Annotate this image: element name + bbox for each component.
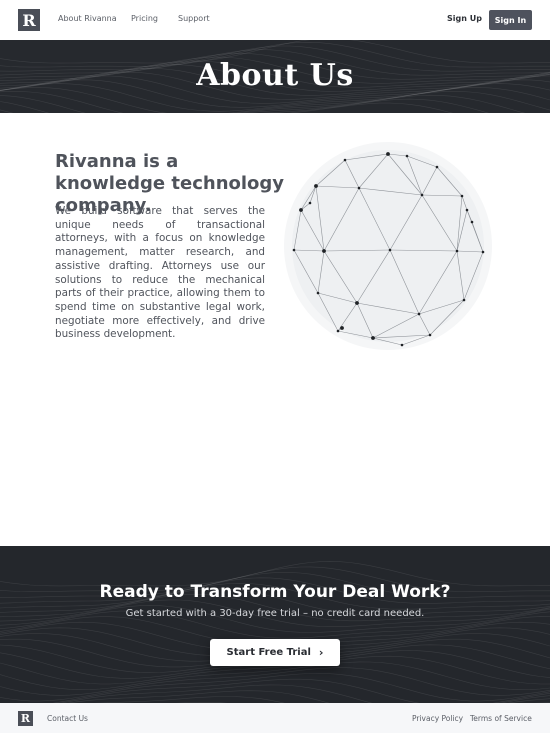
globe-node [455,249,459,253]
wave-line [0,673,550,702]
globe-node [355,301,359,305]
globe-node [465,208,469,212]
globe-node [470,220,474,224]
globe-node [299,208,303,212]
terms-of-service-link[interactable]: Terms of Service [470,714,532,723]
footer-logo[interactable]: R [18,711,33,726]
top-nav: R About Rivanna Pricing Support Sign Up … [0,0,550,40]
globe-node [460,194,464,198]
globe-node [357,186,361,190]
wave-line [0,94,526,113]
globe-node [388,248,392,252]
rivanna-logo[interactable]: R [18,9,40,31]
network-globe-illustration [284,142,492,350]
globe-node [417,312,421,316]
globe-node [340,326,344,330]
globe-node [343,158,347,162]
nav-link-pricing[interactable]: Pricing [131,14,158,23]
globe-node [308,201,312,205]
about-description: We build software that serves the unique… [55,205,265,341]
chevron-right-icon: › [318,646,324,659]
nav-link-support[interactable]: Support [178,14,210,23]
wave-line [0,91,550,113]
footer: R Contact Us Privacy Policy Terms of Ser… [0,703,550,733]
globe-node [314,184,318,188]
cta-subtitle: Get started with a 30-day free trial – n… [125,608,425,619]
globe-node [420,193,424,197]
globe-node [371,336,375,340]
hero-banner: About Us [0,40,550,113]
nav-link-about[interactable]: About Rivanna [58,14,117,23]
globe-node [481,250,485,254]
globe-node [336,329,340,333]
cta-title: Ready to Transform Your Deal Work? [99,582,451,602]
page-title: About Us [196,58,354,93]
globe-node [400,343,404,347]
sign-in-button[interactable]: Sign In [489,10,532,30]
globe-node [386,152,390,156]
sign-up-link[interactable]: Sign Up [447,14,482,23]
globe-node [316,291,320,295]
start-free-trial-button[interactable]: Start Free Trial › [210,639,340,666]
globe-node [428,333,432,337]
globe-node [405,154,409,158]
wave-line [0,667,550,696]
wave-line [0,661,550,691]
globe-node [435,165,439,169]
globe-node [462,298,466,302]
start-free-trial-label: Start Free Trial [226,647,311,658]
wave-pattern-decoration [0,561,550,703]
globe-node [292,248,296,252]
contact-us-link[interactable]: Contact Us [47,714,88,723]
cta-section: Ready to Transform Your Deal Work? Get s… [0,546,550,703]
globe-node [322,249,326,253]
privacy-policy-link[interactable]: Privacy Policy [412,714,463,723]
